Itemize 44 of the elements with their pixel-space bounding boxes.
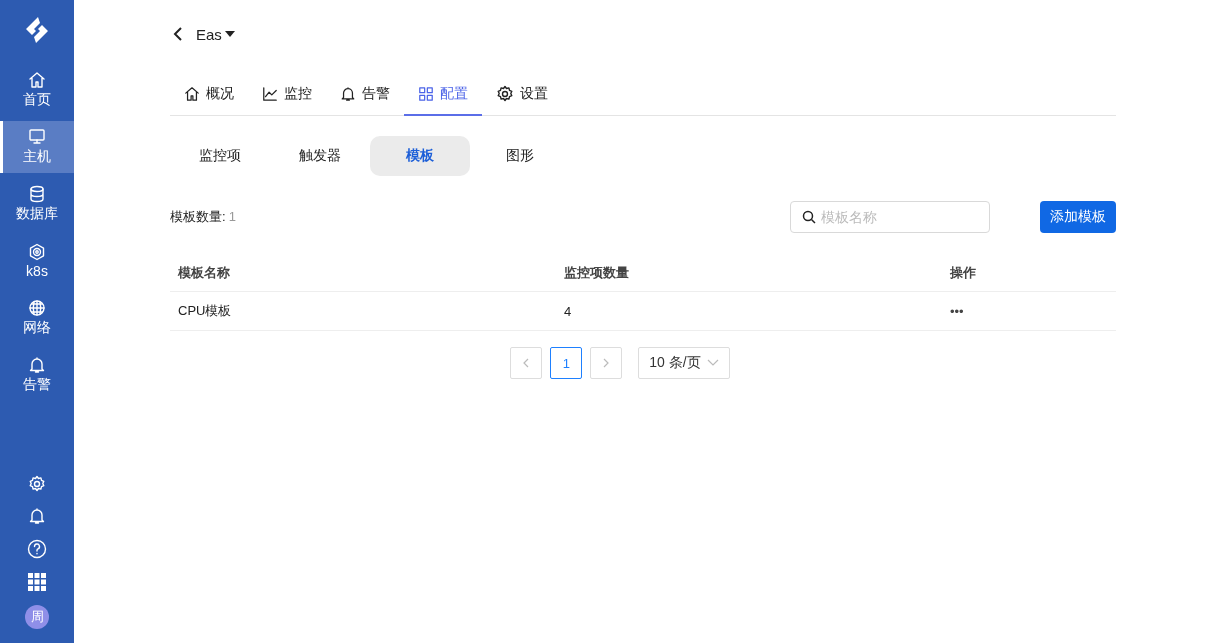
apps-grid-icon[interactable] <box>28 573 46 591</box>
tab[interactable]: 设置 <box>482 74 562 116</box>
template-count: 模板数量: 1 <box>170 208 236 226</box>
tab[interactable]: 配置 <box>404 74 482 116</box>
settings-icon[interactable] <box>28 475 46 493</box>
sidebar-item[interactable]: 数据库 <box>0 178 74 230</box>
column-header: 模板名称 <box>170 255 556 292</box>
search-field[interactable]: 模板名称 <box>790 201 990 233</box>
tab[interactable]: 概况 <box>170 74 248 116</box>
settings-icon <box>496 85 514 103</box>
sidebar-item[interactable]: 网络 <box>0 292 74 344</box>
page-button[interactable]: 1 <box>550 347 583 379</box>
sub-tab[interactable]: 触发器 <box>270 136 370 176</box>
sub-tab[interactable]: 监控项 <box>170 136 270 176</box>
add-template-button[interactable]: 添加模板 <box>1040 201 1116 233</box>
helm-icon <box>28 243 46 261</box>
monitor-icon <box>28 128 46 146</box>
home-icon <box>184 86 200 102</box>
chevron-down-icon <box>706 359 719 367</box>
more-actions[interactable]: ••• <box>942 291 1116 331</box>
bell-icon <box>28 356 46 374</box>
sub-tab[interactable]: 图形 <box>470 136 570 176</box>
table-cell: CPU模板 <box>170 291 556 331</box>
page-size-select[interactable]: 10 条/页 <box>638 347 730 379</box>
bell-icon[interactable] <box>28 507 46 525</box>
sidebar-item[interactable]: 告警 <box>0 349 74 401</box>
title-dropdown[interactable]: Eas <box>196 25 236 43</box>
help-icon[interactable] <box>27 539 47 559</box>
grid-icon <box>418 86 434 102</box>
table-cell: 4 <box>556 291 942 331</box>
sidebar-item[interactable]: 首页 <box>0 64 74 116</box>
globe-icon <box>28 299 46 317</box>
column-header: 监控项数量 <box>556 255 942 292</box>
sidebar-item[interactable]: k8s <box>0 235 74 287</box>
tab[interactable]: 监控 <box>248 74 326 116</box>
database-icon <box>28 185 46 203</box>
bell-icon <box>340 86 356 102</box>
line-chart-icon <box>262 86 278 102</box>
home-icon <box>28 71 46 89</box>
caret-icon <box>223 30 236 38</box>
sub-tab[interactable]: 模板 <box>370 136 470 176</box>
tab[interactable]: 告警 <box>326 74 404 116</box>
sidebar-item[interactable]: 主机 <box>0 121 74 173</box>
column-header: 操作 <box>942 255 1116 292</box>
